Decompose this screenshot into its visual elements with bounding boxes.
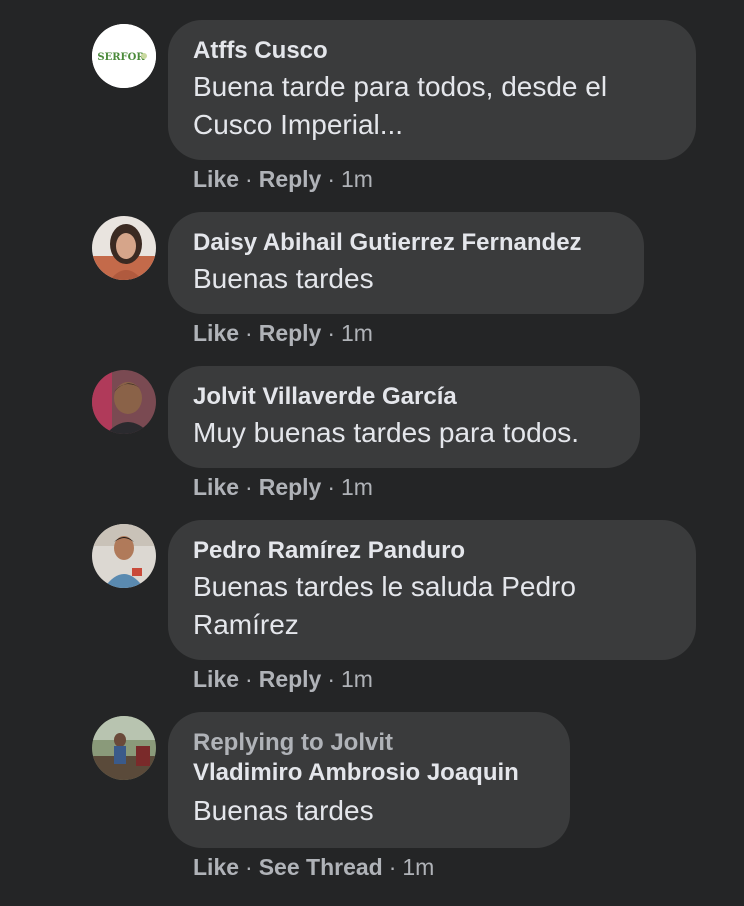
comment-author[interactable]: Daisy Abihail Gutierrez Fernandez — [193, 228, 620, 258]
comment-timestamp[interactable]: 1m — [341, 666, 373, 692]
comment-timestamp[interactable]: 1m — [341, 474, 373, 500]
separator-dot: · — [327, 474, 336, 500]
serfor-logo-icon: SERFOR — [92, 24, 156, 88]
comment-author[interactable]: Jolvit Villaverde García — [193, 382, 616, 412]
comment-actions: Like · Reply · 1m — [193, 664, 373, 694]
comment-bubble: Atffs Cusco Buena tarde para todos, desd… — [168, 20, 696, 160]
comment-text: Buena tarde para todos, desde el Cusco I… — [193, 71, 608, 140]
man-photo-icon — [92, 370, 156, 434]
reply-button[interactable]: Reply — [259, 474, 322, 500]
separator-dot: · — [245, 320, 253, 346]
separator-dot: · — [245, 474, 253, 500]
reply-button[interactable]: Reply — [259, 320, 322, 346]
comment-bubble: Pedro Ramírez Panduro Buenas tardes le s… — [168, 520, 696, 660]
comment-timestamp[interactable]: 1m — [341, 166, 373, 192]
like-button[interactable]: Like — [193, 320, 239, 346]
avatar[interactable]: SERFOR — [92, 24, 156, 88]
avatar[interactable] — [92, 716, 156, 780]
replying-to-label[interactable]: Replying to Jolvit — [193, 728, 546, 758]
like-button[interactable]: Like — [193, 666, 239, 692]
separator-dot: · — [245, 666, 253, 692]
separator-dot: · — [245, 166, 253, 192]
comment-actions: Like · Reply · 1m — [193, 164, 373, 194]
comment-text: Muy buenas tardes para todos. — [193, 417, 580, 448]
comment-actions: Like · See Thread · 1m — [193, 852, 434, 882]
comment-text: Buenas tardes — [193, 795, 374, 826]
reply-button[interactable]: Reply — [259, 666, 322, 692]
comment-bubble: Replying to Jolvit Vladimiro Ambrosio Jo… — [168, 712, 570, 848]
like-button[interactable]: Like — [193, 854, 239, 880]
avatar[interactable] — [92, 370, 156, 434]
separator-dot: · — [327, 320, 336, 346]
comment-author[interactable]: Pedro Ramírez Panduro — [193, 536, 672, 566]
separator-dot: · — [388, 854, 397, 880]
svg-text:SERFOR: SERFOR — [97, 52, 145, 63]
man-photo-icon — [92, 524, 156, 588]
comment-bubble: Jolvit Villaverde García Muy buenas tard… — [168, 366, 640, 468]
separator-dot: · — [245, 854, 253, 880]
like-button[interactable]: Like — [193, 166, 239, 192]
separator-dot: · — [327, 166, 336, 192]
comment-text: Buenas tardes — [193, 263, 374, 294]
avatar[interactable] — [92, 524, 156, 588]
comment-timestamp[interactable]: 1m — [402, 854, 434, 880]
comment-author[interactable]: Atffs Cusco — [193, 36, 672, 66]
reply-button[interactable]: Reply — [259, 166, 322, 192]
comment-actions: Like · Reply · 1m — [193, 318, 373, 348]
outdoor-photo-icon — [92, 716, 156, 780]
comment-timestamp[interactable]: 1m — [341, 320, 373, 346]
comment-author[interactable]: Vladimiro Ambrosio Joaquin — [193, 758, 546, 788]
woman-photo-icon — [92, 216, 156, 280]
comment-actions: Like · Reply · 1m — [193, 472, 373, 502]
see-thread-button[interactable]: See Thread — [259, 854, 383, 880]
avatar[interactable] — [92, 216, 156, 280]
comment-thread: SERFOR Atffs Cusco Buena tarde para todo… — [0, 0, 744, 906]
separator-dot: · — [327, 666, 336, 692]
like-button[interactable]: Like — [193, 474, 239, 500]
comment-text: Buenas tardes le saluda Pedro Ramírez — [193, 571, 576, 640]
comment-bubble: Daisy Abihail Gutierrez Fernandez Buenas… — [168, 212, 644, 314]
